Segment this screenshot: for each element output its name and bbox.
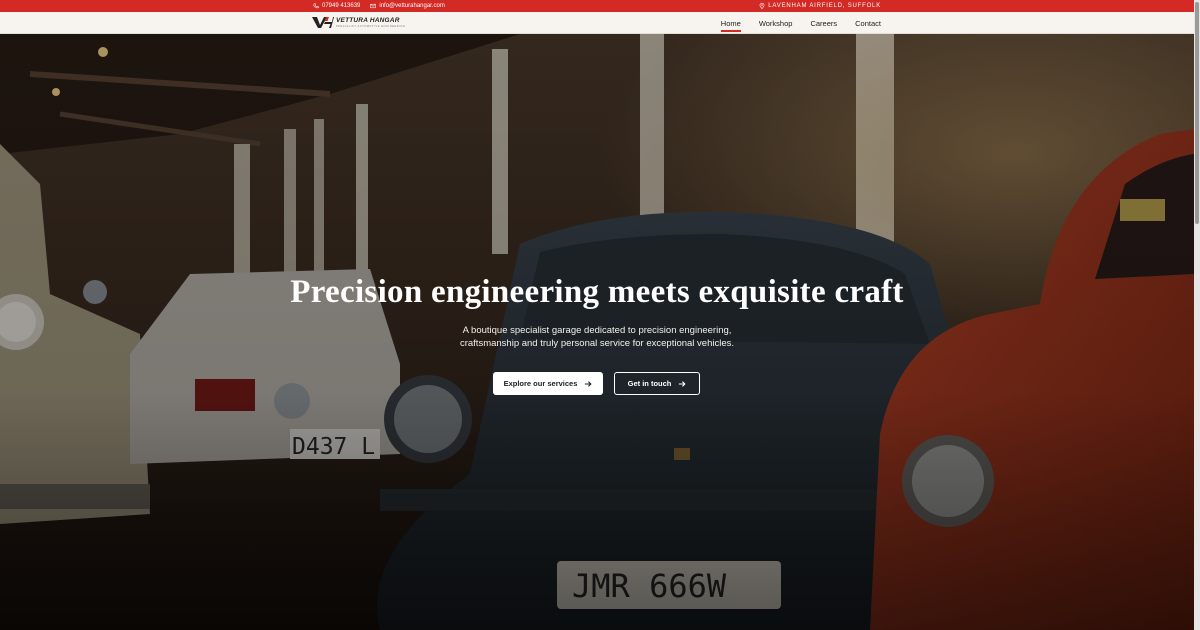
phone-icon <box>313 3 319 9</box>
phone-number: 07949 413639 <box>322 3 361 9</box>
arrow-right-icon <box>679 380 686 387</box>
logo[interactable]: VETTURA HANGAR SPECIALIST AUTOMOTIVE ENG… <box>312 16 405 29</box>
hero-title: Precision engineering meets exquisite cr… <box>290 274 904 310</box>
logo-mark <box>312 17 334 28</box>
get-in-touch-label: Get in touch <box>627 379 672 388</box>
main-nav: VETTURA HANGAR SPECIALIST AUTOMOTIVE ENG… <box>0 12 1194 34</box>
hero-section: D437 L JMR 666W Precision engineering me… <box>0 34 1194 630</box>
mail-icon <box>370 3 377 9</box>
location-link[interactable]: LAVENHAM AIRFIELD, SUFFOLK <box>759 3 881 9</box>
explore-services-button[interactable]: Explore our services <box>493 372 603 395</box>
scrollbar-thumb[interactable] <box>1195 2 1199 224</box>
logo-tagline: SPECIALIST AUTOMOTIVE ENGINEERING <box>336 25 406 28</box>
hero-content: Precision engineering meets exquisite cr… <box>0 34 1194 630</box>
phone-link[interactable]: 07949 413639 <box>313 3 360 9</box>
map-pin-icon <box>759 3 765 9</box>
page-scrollbar[interactable] <box>1194 0 1200 630</box>
nav-menu: Home Workshop Careers Contact <box>720 12 881 34</box>
hero-subtitle: A boutique specialist garage dedicated t… <box>459 325 735 349</box>
explore-services-label: Explore our services <box>503 379 578 388</box>
top-bar: 07949 413639 info@vetturahangar.com LAVE… <box>0 0 1194 12</box>
email-address: info@vetturahangar.com <box>379 3 445 9</box>
arrow-right-icon <box>585 380 592 387</box>
location-text: LAVENHAM AIRFIELD, SUFFOLK <box>768 3 881 9</box>
email-link[interactable]: info@vetturahangar.com <box>370 3 445 9</box>
nav-item-home[interactable]: Home <box>720 19 741 32</box>
nav-item-contact[interactable]: Contact <box>855 19 881 28</box>
get-in-touch-button[interactable]: Get in touch <box>614 372 700 395</box>
nav-item-workshop[interactable]: Workshop <box>759 19 793 28</box>
nav-item-careers[interactable]: Careers <box>810 19 837 28</box>
logo-name: VETTURA HANGAR <box>336 17 400 24</box>
